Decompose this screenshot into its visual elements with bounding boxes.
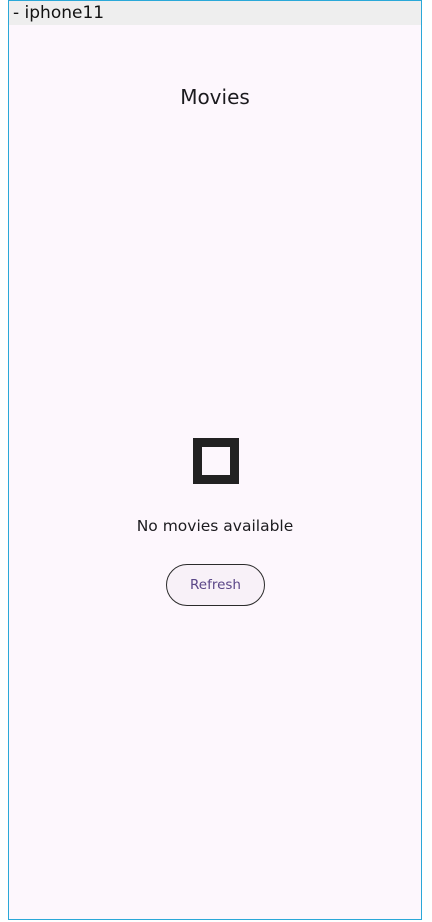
- page-title: Movies: [180, 85, 250, 109]
- empty-square-icon: [193, 438, 239, 484]
- device-frame: - iphone11 Movies No movies available Re…: [8, 0, 422, 920]
- empty-state-message: No movies available: [136, 517, 294, 535]
- refresh-button[interactable]: Refresh: [166, 564, 265, 606]
- device-label: - iphone11: [9, 1, 421, 25]
